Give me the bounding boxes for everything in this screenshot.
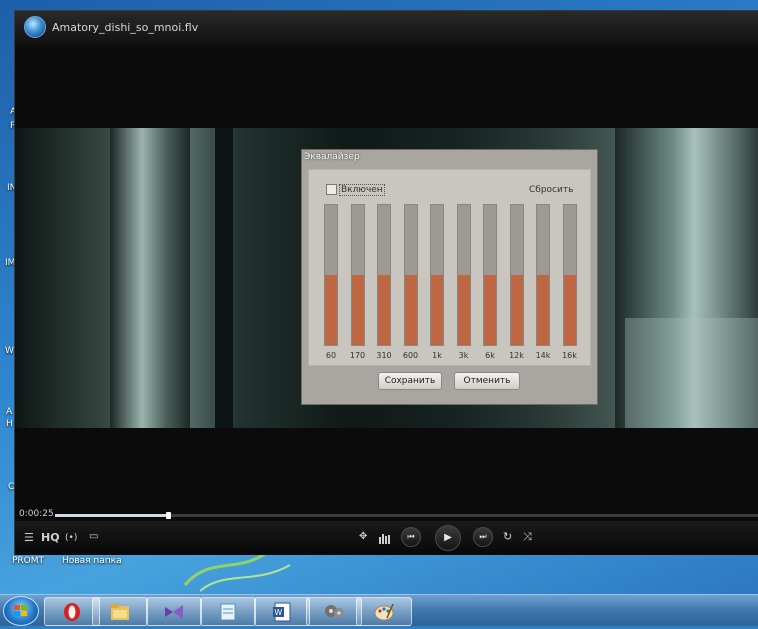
- enable-checkbox[interactable]: [326, 184, 337, 195]
- equalizer-icon[interactable]: [379, 533, 391, 544]
- video-frame-railing: [625, 318, 758, 428]
- reset-button[interactable]: Сбросить: [529, 185, 573, 195]
- taskbar-notepad[interactable]: [200, 597, 256, 626]
- band-slider-1k[interactable]: [430, 204, 444, 346]
- band-label: 6k: [485, 351, 495, 360]
- control-bar: ☰ HQ (•) ▭ ✥ ⏮ ▶ ⏭ ↻ ⤨: [15, 521, 758, 555]
- taskbar-word[interactable]: W: [254, 597, 310, 626]
- band-slider-fill: [351, 275, 364, 345]
- shuffle-icon[interactable]: ⤨: [523, 530, 532, 544]
- screen-icon[interactable]: ▭: [89, 530, 98, 544]
- enable-label[interactable]: Включен: [339, 184, 385, 196]
- equalizer-panel: Включен Сбросить 60 170 310 600 1k 3k 6k 12k 14k…: [308, 169, 591, 366]
- elapsed-time: 0:00:25: [19, 509, 54, 519]
- taskbar-explorer[interactable]: [92, 597, 148, 626]
- film-reel-icon: [325, 605, 344, 618]
- band-slider-60[interactable]: [324, 204, 338, 346]
- band-slider-16k[interactable]: [562, 204, 577, 346]
- band-label: 60: [325, 351, 337, 360]
- band-slider-310[interactable]: [377, 204, 391, 346]
- desktop-icon-promt-label[interactable]: PROMT: [12, 556, 44, 566]
- taskbar-media-player[interactable]: [306, 597, 362, 626]
- desktop-icon-new-folder-label[interactable]: Новая папка: [62, 556, 122, 566]
- video-frame-pillar: [110, 128, 190, 428]
- band-label: 310: [376, 351, 392, 360]
- equalizer-dialog[interactable]: Эквалайзер Включен Сбросить 60 170 310 600 1…: [301, 149, 598, 405]
- window-title: Amatory_dishi_so_mnoi.flv: [52, 21, 199, 34]
- band-label: 3k: [458, 351, 469, 360]
- video-frame-pillar: [215, 128, 233, 428]
- band-slider-fill: [325, 275, 337, 345]
- player-window[interactable]: Amatory_dishi_so_mnoi.flv Эквалайзер Вкл…: [14, 10, 758, 555]
- band-label: 14k: [535, 351, 551, 360]
- next-button[interactable]: ⏭: [473, 527, 493, 547]
- notepad-icon: [220, 603, 236, 621]
- band-slider-fill: [563, 275, 576, 345]
- title-bar[interactable]: Amatory_dishi_so_mnoi.flv: [15, 11, 758, 45]
- seek-bar[interactable]: [55, 512, 758, 519]
- hq-button[interactable]: HQ: [41, 531, 60, 545]
- band-label: 1k: [432, 351, 442, 360]
- desktop-label[interactable]: H: [6, 419, 13, 429]
- band-slider-6k[interactable]: [483, 204, 497, 346]
- band-label: 600: [402, 351, 419, 360]
- band-slider-fill: [484, 275, 496, 345]
- band-slider-fill: [537, 275, 549, 345]
- play-button[interactable]: ▶: [435, 525, 461, 551]
- player-logo-icon: [24, 16, 46, 38]
- visual-studio-icon: [165, 605, 183, 619]
- dialog-title: Эквалайзер: [304, 152, 360, 162]
- cancel-button[interactable]: Отменить: [454, 372, 520, 390]
- band-slider-fill: [510, 275, 523, 345]
- desktop-label[interactable]: A: [6, 407, 12, 417]
- save-button[interactable]: Сохранить: [378, 372, 442, 390]
- band-label: 16k: [562, 351, 577, 360]
- folder-icon: [111, 604, 129, 620]
- band-slider-14k[interactable]: [536, 204, 550, 346]
- playlist-icon[interactable]: ☰: [24, 531, 34, 545]
- seek-bar-fill: [55, 514, 168, 517]
- move-icon[interactable]: ✥: [359, 530, 367, 544]
- opera-icon: [64, 603, 80, 621]
- band-slider-170[interactable]: [350, 204, 365, 346]
- taskbar: W: [0, 594, 758, 626]
- taskbar-visual-studio[interactable]: [146, 597, 202, 626]
- start-button[interactable]: [3, 596, 39, 626]
- band-slider-fill: [404, 275, 417, 345]
- repeat-icon[interactable]: ↻: [503, 530, 512, 544]
- band-label: 170: [349, 351, 366, 360]
- band-slider-fill: [431, 275, 443, 345]
- broadcast-icon[interactable]: (•): [65, 531, 77, 545]
- paint-palette-icon: [374, 603, 394, 621]
- taskbar-paint[interactable]: [356, 597, 412, 626]
- band-slider-fill: [457, 275, 470, 345]
- band-slider-3k[interactable]: [456, 204, 471, 346]
- word-icon: W: [273, 602, 291, 622]
- svg-text:W: W: [275, 608, 283, 617]
- seek-bar-handle[interactable]: [165, 512, 171, 519]
- band-label: 12k: [509, 351, 524, 360]
- previous-button[interactable]: ⏮: [401, 527, 421, 547]
- windows-logo-icon: [14, 605, 27, 616]
- desktop-label[interactable]: W: [5, 346, 14, 356]
- band-slider-600[interactable]: [403, 204, 418, 346]
- band-slider-12k[interactable]: [509, 204, 524, 346]
- band-slider-fill: [378, 275, 390, 345]
